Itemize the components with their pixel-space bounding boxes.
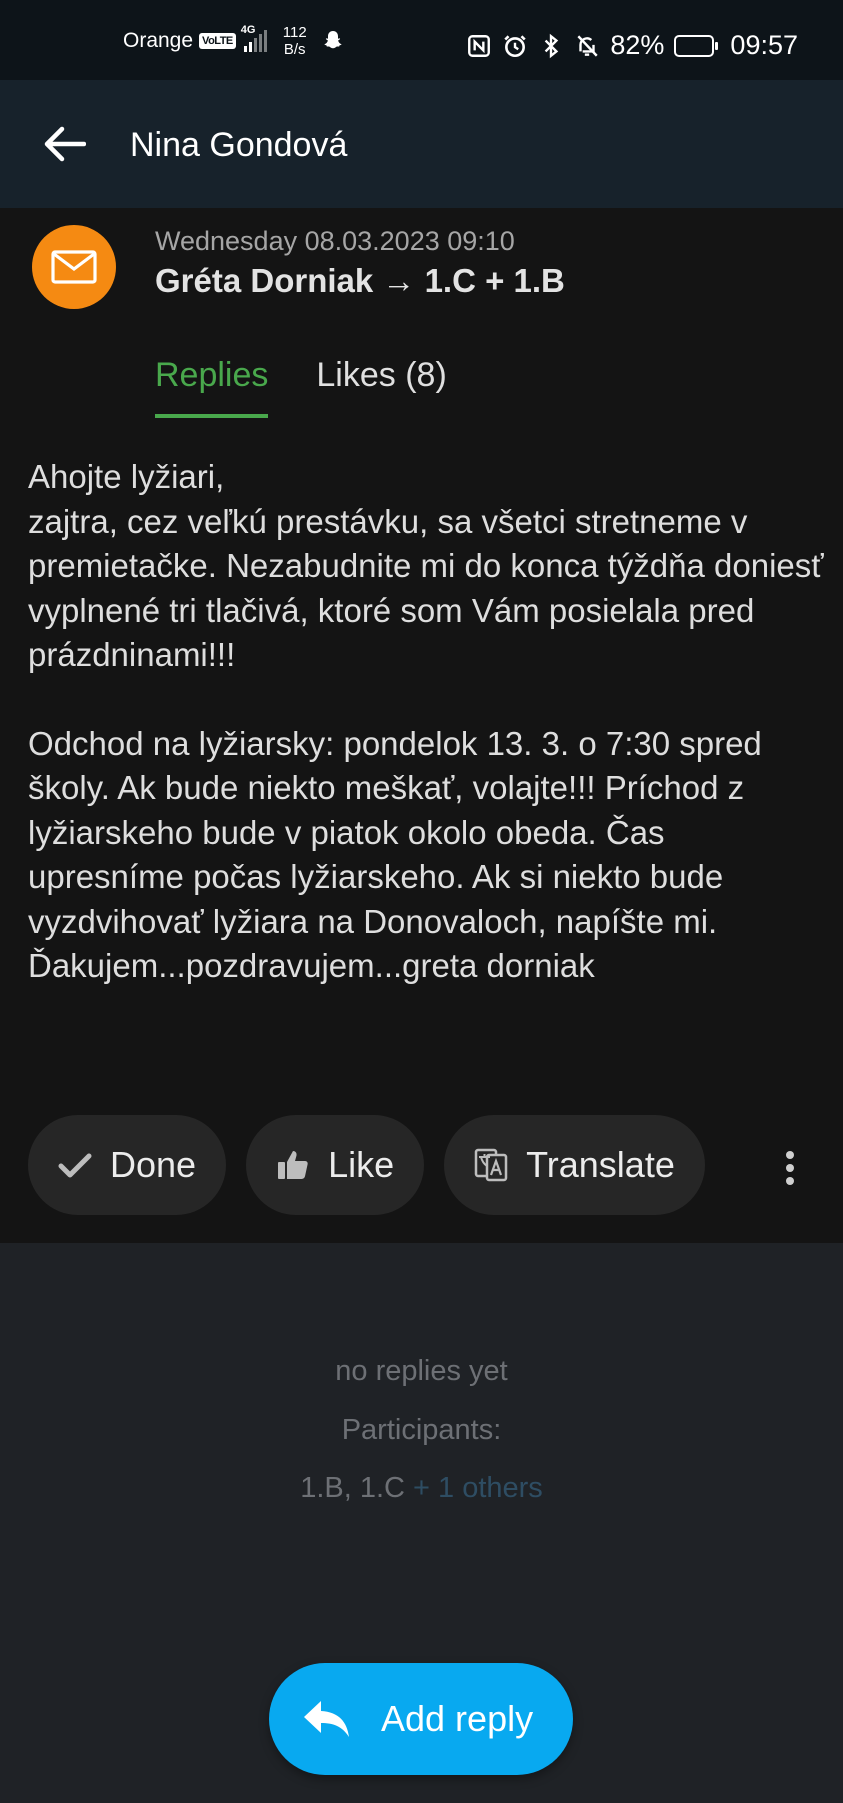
page-title: Nina Gondová bbox=[130, 126, 348, 164]
like-label: Like bbox=[328, 1144, 395, 1185]
tab-likes[interactable]: Likes (8) bbox=[316, 356, 446, 414]
clock: 09:57 bbox=[730, 30, 798, 60]
reply-arrow-icon bbox=[304, 1701, 349, 1737]
avatar bbox=[32, 225, 116, 309]
battery-percent: 82% bbox=[610, 30, 665, 60]
network-type: 4G bbox=[240, 24, 256, 36]
message-actions: Done Like Translate bbox=[28, 1115, 705, 1215]
add-reply-label: Add reply bbox=[381, 1698, 534, 1739]
carrier-name: Orange bbox=[123, 29, 194, 52]
translate-icon bbox=[474, 1148, 508, 1182]
signal-icon: 4G bbox=[241, 24, 267, 52]
alarm-icon bbox=[504, 34, 527, 57]
network-speed: 112 B/s bbox=[283, 24, 307, 58]
translate-label: Translate bbox=[526, 1144, 675, 1185]
bell-muted-icon bbox=[577, 34, 598, 57]
message-tabs: Replies Likes (8) bbox=[155, 356, 447, 418]
status-right: 82% 09:57 bbox=[466, 30, 798, 61]
status-left: Orange VoLTE 4G 112 B/s bbox=[123, 24, 345, 58]
done-button[interactable]: Done bbox=[28, 1115, 227, 1215]
translate-button[interactable]: Translate bbox=[444, 1115, 705, 1215]
tab-replies[interactable]: Replies bbox=[155, 356, 269, 418]
speed-unit: B/s bbox=[283, 41, 306, 58]
bluetooth-icon bbox=[545, 33, 559, 58]
speed-value: 112 bbox=[282, 24, 307, 41]
nfc-icon bbox=[468, 34, 491, 57]
participants-names: 1.B, 1.C bbox=[300, 1472, 405, 1504]
participants-others-link[interactable]: + 1 others bbox=[413, 1472, 543, 1504]
done-label: Done bbox=[110, 1144, 197, 1185]
empty-replies-text: no replies yet bbox=[335, 1355, 508, 1387]
message-paragraph: Odchod na lyžiarsky: pondelok 13. 3. o 7… bbox=[28, 724, 762, 985]
envelope-icon bbox=[51, 250, 97, 284]
back-arrow-icon[interactable] bbox=[42, 124, 86, 164]
thumbs-up-icon bbox=[278, 1151, 308, 1179]
message-date: Wednesday 08.03.2023 09:10 bbox=[155, 226, 515, 256]
checkmark-icon bbox=[58, 1153, 92, 1178]
message-paragraph: Ahojte lyžiari, zajtra, cez veľkú prestá… bbox=[28, 458, 824, 673]
snapchat-icon bbox=[324, 31, 342, 49]
message-card: Wednesday 08.03.2023 09:10 Gréta Dorniak… bbox=[0, 208, 843, 1243]
participants-list: 1.B, 1.C + 1 others bbox=[0, 1472, 843, 1505]
like-button[interactable]: Like bbox=[246, 1115, 425, 1215]
more-options-icon[interactable] bbox=[770, 1148, 810, 1188]
message-sender-recipients: Gréta Dorniak → 1.C + 1.B bbox=[155, 262, 565, 299]
participants-label: Participants: bbox=[341, 1414, 502, 1446]
add-reply-button[interactable]: Add reply bbox=[269, 1663, 573, 1775]
app-bar: Nina Gondová bbox=[0, 80, 843, 208]
status-bar: Orange VoLTE 4G 112 B/s 82% 09:57 bbox=[0, 0, 843, 80]
battery-icon bbox=[674, 34, 719, 57]
message-body: Ahojte lyžiari, zajtra, cez veľkú prestá… bbox=[28, 455, 828, 989]
volte-badge: VoLTE bbox=[199, 33, 236, 49]
